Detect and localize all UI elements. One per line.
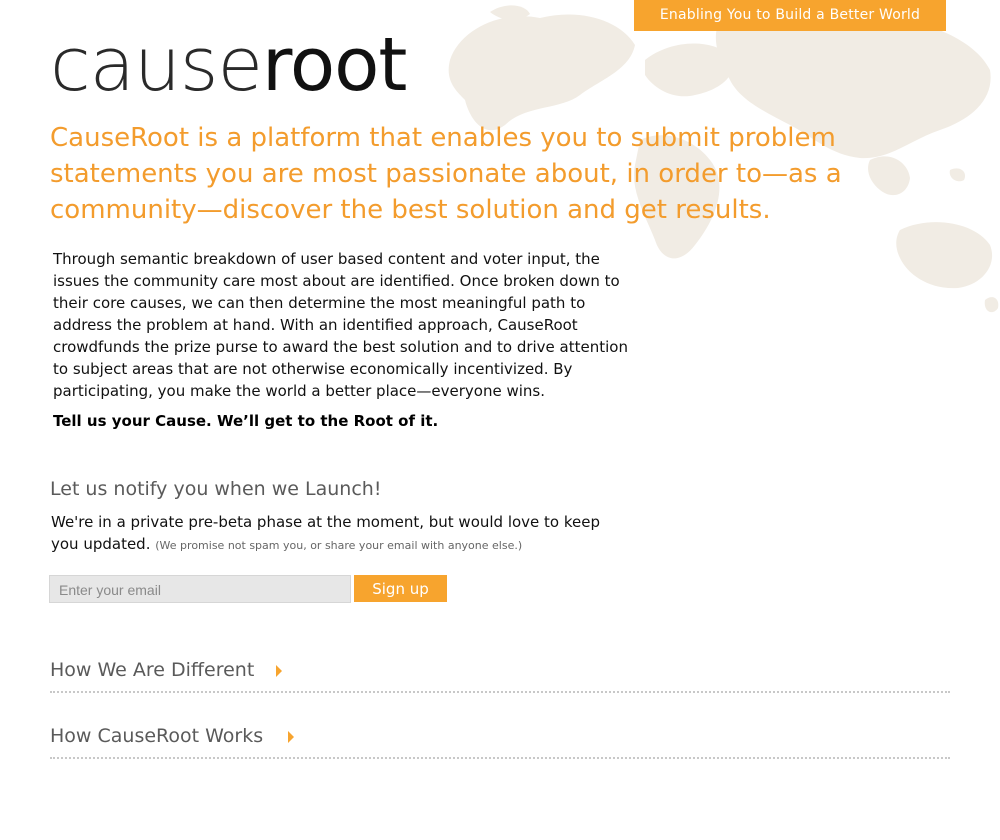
tagline-banner: Enabling You to Build a Better World	[634, 0, 946, 31]
section-how-we-are-different[interactable]: How We Are Different	[50, 657, 950, 693]
notify-description: We're in a private pre-beta phase at the…	[51, 511, 621, 557]
chevron-right-icon	[276, 665, 282, 677]
signup-button[interactable]: Sign up	[354, 575, 447, 602]
section-label: How We Are Different	[50, 659, 255, 681]
logo-part-root: root	[262, 22, 407, 108]
privacy-note: (We promise not spam you, or share your …	[155, 539, 523, 552]
section-how-causeroot-works[interactable]: How CauseRoot Works	[50, 723, 950, 759]
intro-statement: CauseRoot is a platform that enables you…	[50, 123, 842, 225]
description-paragraph: Through semantic breakdown of user based…	[53, 250, 628, 400]
email-input[interactable]	[49, 575, 351, 603]
slogan: Tell us your Cause. We’ll get to the Roo…	[53, 412, 439, 430]
section-label: How CauseRoot Works	[50, 725, 264, 747]
page: Enabling You to Build a Better World cau…	[0, 0, 1000, 840]
chevron-right-icon	[288, 731, 294, 743]
notify-heading: Let us notify you when we Launch!	[50, 478, 382, 500]
logo-part-cause: cause	[50, 22, 263, 108]
causeroot-logo[interactable]: causeroot	[50, 20, 407, 110]
